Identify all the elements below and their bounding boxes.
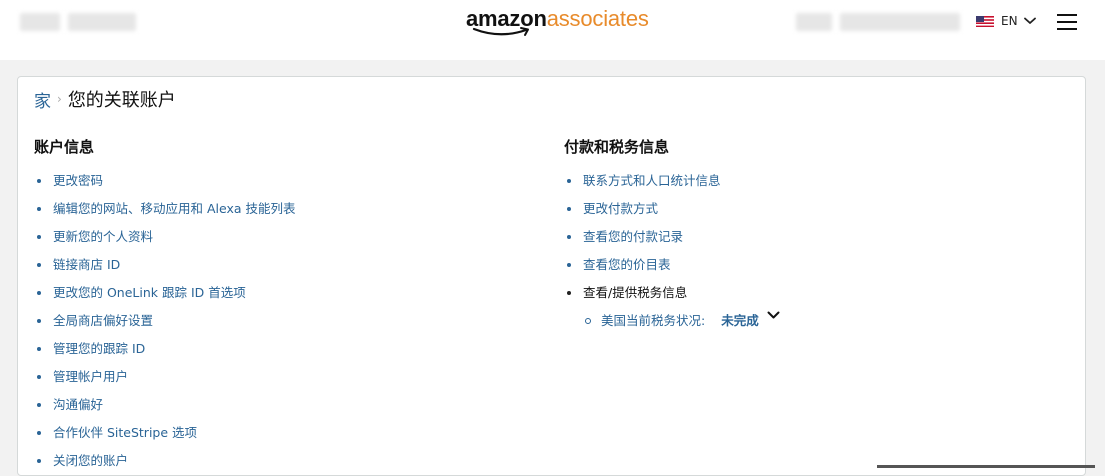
list-item: 沟通偏好 (34, 391, 514, 419)
list-item: 查看您的价目表 (564, 251, 1044, 279)
breadcrumb-separator-icon: › (57, 92, 62, 106)
list-item: 编辑您的网站、移动应用和 Alexa 技能列表 (34, 195, 514, 223)
change-password-link[interactable]: 更改密码 (53, 173, 103, 188)
list-item: 链接商店 ID (34, 251, 514, 279)
amazon-smile-icon (472, 27, 529, 36)
account-settings-card: 家 › 您的关联账户 账户信息 更改密码 编辑您的网站、移动应用和 Alexa … (17, 76, 1086, 476)
amazon-associates-logo[interactable]: amazonassociates (466, 6, 649, 40)
tax-status-value: 未完成 (721, 313, 759, 328)
link-store-id-link[interactable]: 链接商店 ID (53, 257, 120, 272)
redacted-account-id (68, 13, 136, 31)
list-item: 管理帐户用户 (34, 363, 514, 391)
language-code: EN (1001, 14, 1018, 28)
list-item: 更改密码 (34, 167, 514, 195)
redacted-user-email (840, 13, 960, 31)
fee-schedule-link[interactable]: 查看您的价目表 (583, 257, 671, 272)
onelink-tracking-link[interactable]: 更改您的 OneLink 跟踪 ID 首选项 (53, 285, 246, 300)
list-item: 更新您的个人资料 (34, 223, 514, 251)
list-item: 联系方式和人口统计信息 (564, 167, 1044, 195)
payment-tax-title: 付款和税务信息 (564, 138, 670, 156)
close-account-link[interactable]: 关闭您的账户 (53, 453, 128, 468)
top-navigation-bar: amazonassociates EN (0, 0, 1105, 60)
chevron-down-icon (1023, 17, 1036, 24)
sitestripe-options-link[interactable]: 合作伙伴 SiteStripe 选项 (53, 425, 197, 440)
payment-tax-section: 付款和税务信息 联系方式和人口统计信息 更改付款方式 查看您的付款记录 查看您的… (564, 135, 1044, 335)
us-flag-icon (976, 15, 994, 27)
list-item: 查看您的付款记录 (564, 223, 1044, 251)
list-item: 全局商店偏好设置 (34, 307, 514, 335)
account-info-section: 账户信息 更改密码 编辑您的网站、移动应用和 Alexa 技能列表 更新您的个人… (34, 135, 514, 475)
page-title: 您的关联账户 (67, 90, 176, 111)
change-payment-method-link[interactable]: 更改付款方式 (583, 201, 658, 216)
payment-history-link[interactable]: 查看您的付款记录 (583, 229, 683, 244)
manage-account-users-link[interactable]: 管理帐户用户 (53, 369, 128, 384)
redacted-account-name (20, 13, 60, 31)
logo-associates-text: associates (546, 6, 649, 31)
list-item: 更改您的 OneLink 跟踪 ID 首选项 (34, 279, 514, 307)
breadcrumb-home-link[interactable]: 家 (34, 87, 51, 112)
chevron-down-icon[interactable] (767, 311, 780, 320)
hamburger-menu-icon[interactable] (1057, 13, 1077, 31)
account-info-title: 账户信息 (34, 138, 95, 156)
tax-status-label: 美国当前税务状况: (601, 313, 706, 328)
contact-demographics-link[interactable]: 联系方式和人口统计信息 (583, 173, 721, 188)
global-store-preferences-link[interactable]: 全局商店偏好设置 (53, 313, 153, 328)
breadcrumb: 家 › 您的关联账户 (34, 87, 176, 112)
manage-tracking-id-link[interactable]: 管理您的跟踪 ID (53, 341, 145, 356)
tax-status-row[interactable]: 美国当前税务状况: 未完成 (564, 307, 1044, 335)
account-info-link-list: 更改密码 编辑您的网站、移动应用和 Alexa 技能列表 更新您的个人资料 链接… (34, 167, 514, 475)
language-selector[interactable]: EN (976, 12, 1036, 30)
list-item: 管理您的跟踪 ID (34, 335, 514, 363)
tax-info-heading: 查看/提供税务信息 (583, 285, 688, 300)
payment-tax-link-list: 联系方式和人口统计信息 更改付款方式 查看您的付款记录 查看您的价目表 查看/提… (564, 167, 1044, 307)
list-item: 更改付款方式 (564, 195, 1044, 223)
list-item: 查看/提供税务信息 (564, 279, 1044, 307)
list-item: 合作伙伴 SiteStripe 选项 (34, 419, 514, 447)
redacted-user-name (796, 13, 832, 31)
update-profile-link[interactable]: 更新您的个人资料 (53, 229, 153, 244)
list-item: 关闭您的账户 (34, 447, 514, 475)
edit-websites-apps-link[interactable]: 编辑您的网站、移动应用和 Alexa 技能列表 (53, 201, 296, 216)
communication-preferences-link[interactable]: 沟通偏好 (53, 397, 103, 412)
